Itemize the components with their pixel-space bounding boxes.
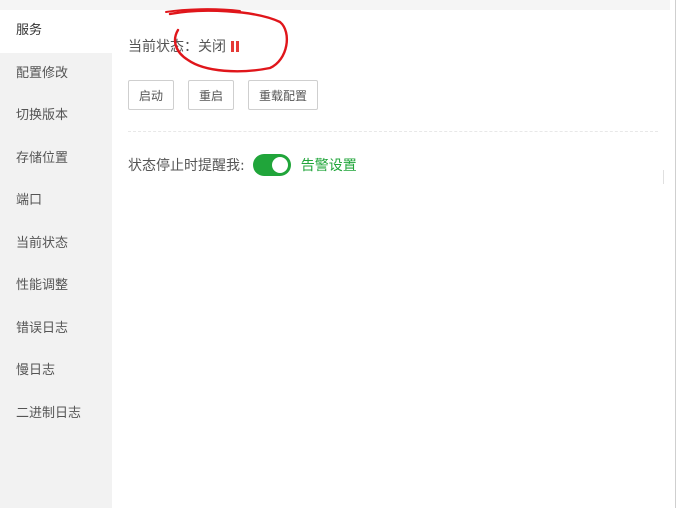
alert-label: 状态停止时提醒我: [128,158,245,174]
service-toolbar: 启动 重启 重载配置 [128,80,319,110]
scroll-marker [657,170,664,184]
reload-config-button[interactable]: 重载配置 [248,80,319,110]
status-label: 当前状态： [128,39,198,55]
sidebar-item-service[interactable]: 服务 [0,10,112,53]
sidebar-item-port[interactable]: 端口 [0,180,112,223]
sidebar-item-binary-log[interactable]: 二进制日志 [0,393,112,436]
app-window: 服务 配置修改 切换版本 存储位置 端口 当前状态 性能调整 错误日志 慢日志 … [0,0,676,508]
alert-settings-link[interactable]: 告警设置 [301,155,357,175]
sidebar-item-error-log[interactable]: 错误日志 [0,308,112,351]
alert-toggle[interactable] [252,154,291,176]
sidebar-item-storage-location[interactable]: 存储位置 [0,138,112,181]
sidebar-item-switch-version[interactable]: 切换版本 [0,95,112,138]
main-panel: 当前状态： 关闭 启动 重启 重载配置 状态停止时提醒我: 告警设置 [112,10,670,508]
sidebar: 服务 配置修改 切换版本 存储位置 端口 当前状态 性能调整 错误日志 慢日志 … [0,10,112,508]
start-button[interactable]: 启动 [128,80,175,110]
toggle-knob [271,157,288,173]
alert-setting-row: 状态停止时提醒我: 告警设置 [128,154,357,176]
restart-button[interactable]: 重启 [188,80,235,110]
status-value: 关闭 [198,39,226,55]
divider [128,131,658,132]
sidebar-item-slow-log[interactable]: 慢日志 [0,350,112,393]
sidebar-item-performance-tuning[interactable]: 性能调整 [0,265,112,308]
pause-icon [231,40,239,52]
sidebar-item-current-status[interactable]: 当前状态 [0,223,112,266]
service-status: 当前状态： 关闭 [128,36,239,56]
sidebar-item-config-edit[interactable]: 配置修改 [0,53,112,96]
